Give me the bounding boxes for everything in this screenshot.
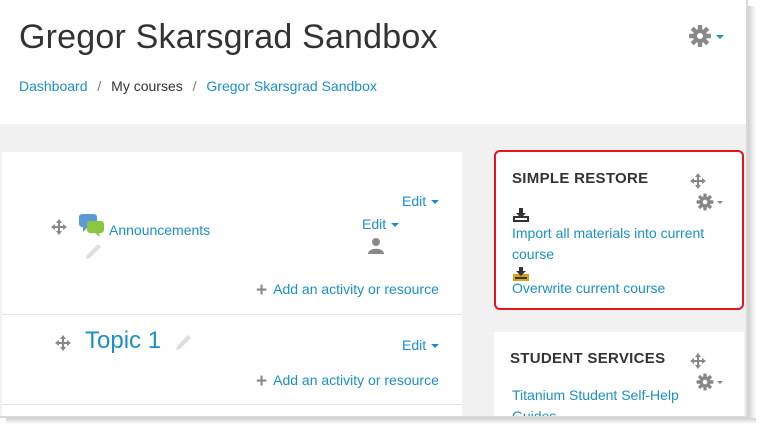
simple-restore-block: SIMPLE RESTORE Import all materials into…: [494, 150, 744, 310]
page-frame: Gregor Skarsgrad Sandbox Dashboard / My …: [0, 0, 748, 418]
activity-announcements-link[interactable]: Announcements: [109, 222, 210, 238]
plus-icon: +: [256, 280, 268, 301]
page-header: Gregor Skarsgrad Sandbox Dashboard / My …: [0, 0, 746, 124]
download-icon: [513, 208, 529, 222]
student-services-block: STUDENT SERVICES Titanium Student Self-H…: [494, 332, 744, 416]
course-content: Edit Announcements Edit + Add an activit…: [2, 152, 462, 416]
add-activity-button-topic1[interactable]: + Add an activity or resource: [256, 371, 439, 393]
chevron-down-icon: [716, 35, 724, 39]
add-activity-label: Add an activity or resource: [273, 372, 439, 388]
chevron-down-icon: [717, 201, 723, 204]
activity-edit-menu[interactable]: Edit: [362, 216, 400, 232]
page-title: Gregor Skarsgrad Sandbox: [19, 18, 438, 56]
chevron-down-icon: [391, 223, 400, 228]
block-actions-menu[interactable]: [696, 192, 726, 212]
student-services-title: STUDENT SERVICES: [510, 350, 666, 367]
breadcrumb: Dashboard / My courses / Gregor Skarsgra…: [19, 78, 377, 94]
add-activity-button-section0[interactable]: + Add an activity or resource: [256, 280, 439, 302]
window-shadow: [748, 6, 756, 420]
pencil-icon[interactable]: [84, 242, 102, 260]
window-shadow: [6, 418, 756, 424]
import-materials-link[interactable]: Import all materials into current course: [512, 223, 734, 265]
breadcrumb-dashboard[interactable]: Dashboard: [19, 78, 88, 94]
user-icon[interactable]: [367, 237, 385, 255]
gear-icon: [696, 193, 714, 211]
section-divider: [2, 314, 462, 315]
breadcrumb-separator: /: [192, 78, 197, 94]
add-activity-label: Add an activity or resource: [273, 281, 439, 297]
move-icon[interactable]: [689, 172, 707, 190]
move-icon[interactable]: [54, 334, 72, 352]
simple-restore-title: SIMPLE RESTORE: [512, 170, 649, 187]
section-divider: [2, 404, 462, 405]
gear-icon: [689, 25, 724, 47]
move-icon[interactable]: [50, 218, 68, 236]
topic-1-title[interactable]: Topic 1: [85, 327, 161, 355]
pencil-icon[interactable]: [174, 333, 192, 351]
section-edit-label: Edit: [402, 193, 427, 209]
breadcrumb-my-courses: My courses: [111, 78, 183, 94]
course-settings-menu[interactable]: [688, 24, 728, 48]
announcement-icon: [79, 214, 104, 237]
activity-edit-label: Edit: [362, 216, 387, 232]
move-icon[interactable]: [689, 352, 707, 370]
plus-icon: +: [256, 371, 268, 392]
topic-1-edit-label: Edit: [402, 337, 427, 353]
section-edit-menu[interactable]: Edit: [402, 193, 440, 209]
chevron-down-icon: [431, 344, 440, 349]
chevron-down-icon: [717, 381, 723, 384]
breadcrumb-course[interactable]: Gregor Skarsgrad Sandbox: [206, 78, 376, 94]
student-self-help-link[interactable]: Titanium Student Self-Help Guides: [512, 385, 702, 416]
chevron-down-icon: [431, 200, 440, 205]
breadcrumb-separator: /: [97, 78, 102, 94]
overwrite-course-link[interactable]: Overwrite current course: [512, 280, 665, 296]
topic-1-edit-menu[interactable]: Edit: [402, 337, 440, 353]
